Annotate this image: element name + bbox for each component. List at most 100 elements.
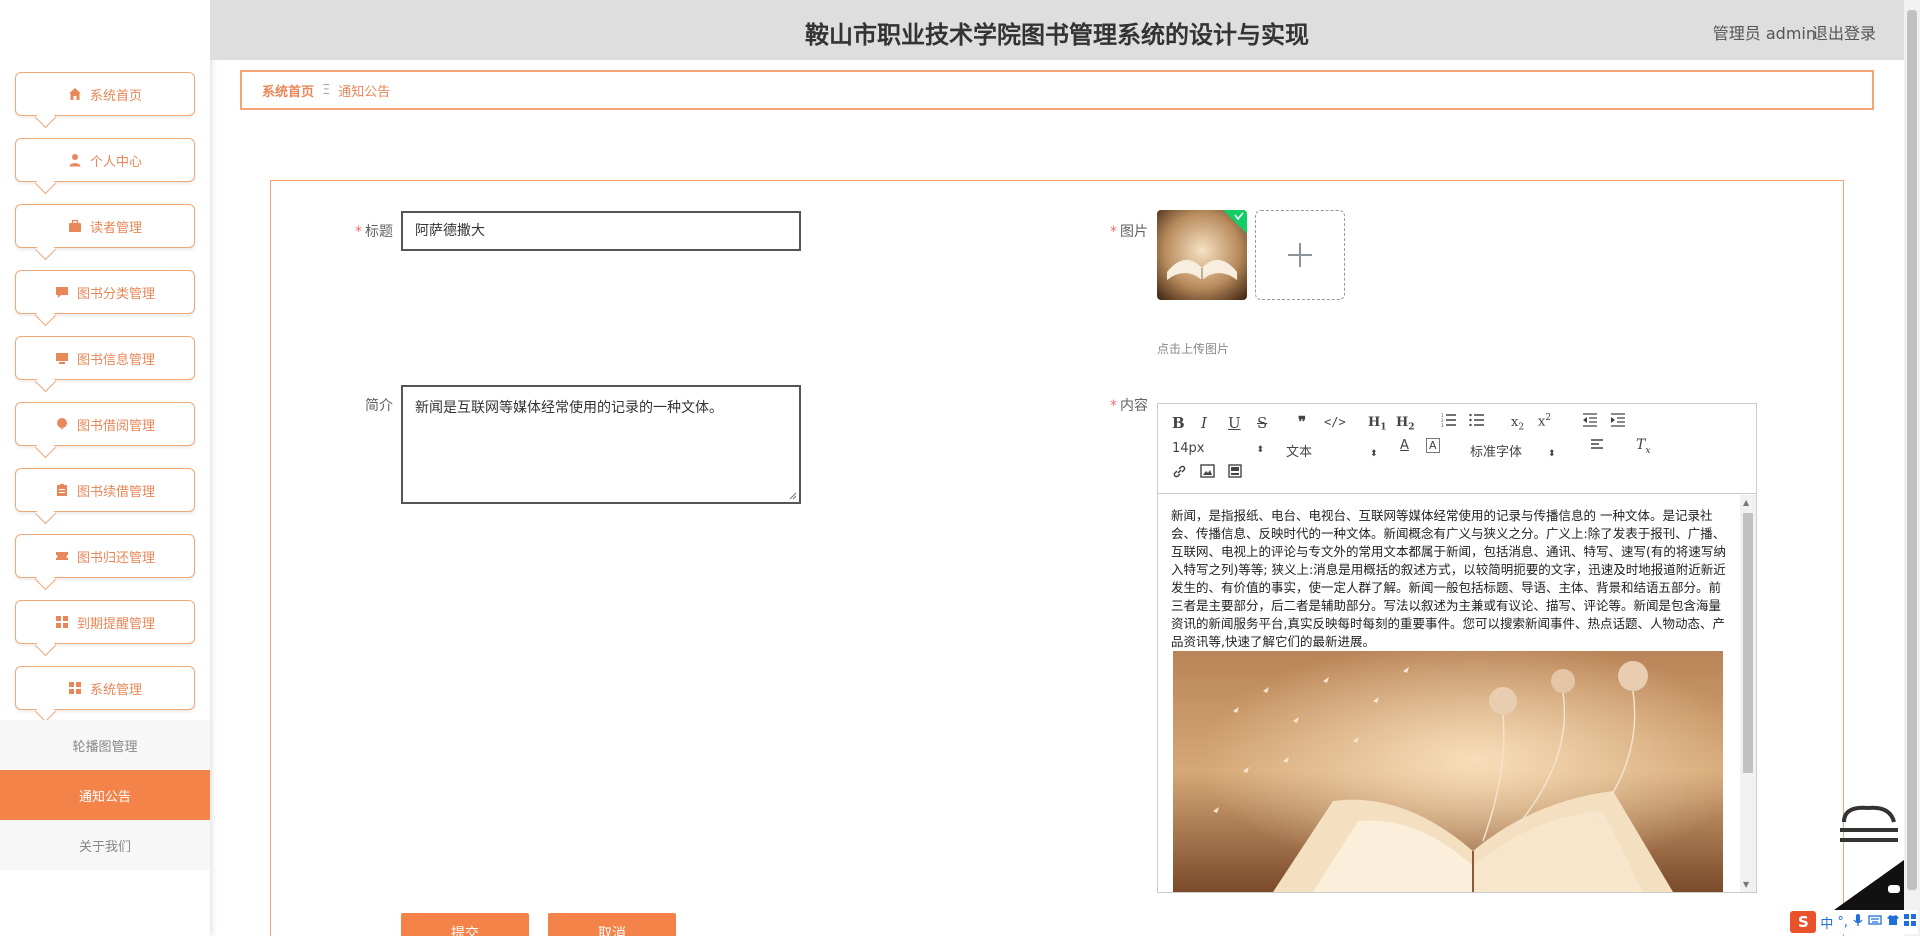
strikethrough-icon[interactable]: S [1257,414,1267,432]
skin-icon[interactable] [1886,914,1900,930]
ime-language[interactable]: 中 [1820,913,1833,932]
content-label: * 内容 [1110,398,1148,414]
monitor-icon [55,351,69,365]
editor-content[interactable]: 新闻，是指报纸、电台、电视台、互联网等媒体经常使用的记录与传播信息的 一种文体。… [1158,495,1756,892]
sidebar-item-label: 到期提醒管理 [76,616,155,632]
intro-textarea[interactable]: 新闻是互联网等媒体经常使用的记录的一种文体。 [401,385,801,504]
scroll-down-icon[interactable]: ▼ [1743,880,1749,889]
italic-icon[interactable]: I [1201,414,1207,432]
editor-text: 新闻，是指报纸、电台、电视台、互联网等媒体经常使用的记录与传播信息的 一种文体。… [1171,508,1726,649]
outdent-icon[interactable] [1582,413,1598,431]
sidebar-item-label: 图书分类管理 [76,286,155,302]
menu-grid-icon[interactable] [1904,914,1916,930]
grid-icon [68,681,82,695]
editor-scrollbar[interactable]: ▲ ▼ [1740,495,1756,892]
sidebar-item-label: 个人中心 [89,154,142,170]
chat-icon [55,285,69,299]
sidebar-item-return[interactable]: 图书归还管理 [15,534,195,578]
svg-text:3: 3 [1441,423,1444,427]
font-size-select[interactable]: 14px ⬍ [1172,441,1264,456]
sidebar-item-profile[interactable]: 个人中心 [15,138,195,182]
underline-icon[interactable]: U [1228,414,1241,432]
title-label: * 标题 [355,224,393,240]
page-scroll-thumb[interactable] [1907,10,1917,890]
breadcrumb-separator: Ξ [322,82,331,98]
ime-punctuation[interactable]: °, [1837,915,1848,930]
title-input[interactable]: 阿萨德撒大 [401,211,801,251]
corner-decoration [1834,805,1904,910]
superscript-icon[interactable]: x2 [1538,413,1551,429]
video-icon[interactable] [1228,464,1242,482]
upload-hint: 点击上传图片 [1157,342,1230,356]
indent-icon[interactable] [1610,413,1626,431]
sidebar-item-borrow[interactable]: 图书借阅管理 [15,402,195,446]
sidebar-item-label: 读者管理 [89,220,142,236]
upload-button[interactable] [1255,210,1345,300]
breadcrumb: 系统首页 Ξ 通知公告 [240,70,1874,110]
sidebar-item-system[interactable]: 系统管理 [15,666,195,710]
ime-toolbar[interactable]: S 中 °, [1788,910,1918,934]
sidebar-item-due-reminder[interactable]: 到期提醒管理 [15,600,195,644]
content-image [1173,651,1723,892]
sidebar-item-label: 系统首页 [89,88,142,104]
align-icon[interactable] [1590,438,1604,456]
uploaded-image-thumbnail[interactable] [1157,210,1247,300]
submenu-notice[interactable]: 通知公告 [0,770,210,820]
clear-format-icon[interactable]: Tx [1636,437,1650,456]
logout-button[interactable]: 退出登录 [1812,20,1876,44]
resize-grip-icon[interactable] [787,490,797,500]
link-icon[interactable] [1172,464,1187,483]
blockquote-icon[interactable]: ❞ [1298,413,1306,431]
breadcrumb-home[interactable]: 系统首页 [262,81,314,100]
sidebar-item-readers[interactable]: 读者管理 [15,204,195,248]
sidebar-item-label: 图书借阅管理 [76,418,155,434]
ordered-list-icon[interactable]: 123 [1441,413,1457,431]
sidebar-item-label: 系统管理 [89,682,142,698]
ime-logo[interactable]: S [1790,911,1817,933]
user-label: 管理员 admin [1712,24,1816,43]
image-icon[interactable] [1200,464,1215,482]
keyboard-icon[interactable] [1868,914,1882,930]
sidebar-item-book-category[interactable]: 图书分类管理 [15,270,195,314]
image-label: * 图片 [1110,224,1148,240]
sidebar-item-home[interactable]: 系统首页 [15,72,195,116]
submenu-carousel[interactable]: 轮播图管理 [0,720,210,770]
home-icon [68,87,82,101]
editor-toolbar: B I U S ❞ </> H1 H2 123 x2 x2 14px ⬍ 文本 ⬍ … [1158,404,1756,494]
intro-label: 简介 [365,398,393,414]
header: 鞍山市职业技术学院图书管理系统的设计与实现 管理员 admin 退出登录 [210,0,1904,60]
paragraph-select[interactable]: 文本 ⬍ [1286,441,1378,460]
scroll-up-icon[interactable]: ▲ [1743,498,1749,507]
intro-text: 新闻是互联网等媒体经常使用的记录的一种文体。 [415,400,723,416]
background-color-icon[interactable]: A [1426,438,1440,453]
balloon-icon [55,417,69,431]
sidebar: 系统首页 个人中心 读者管理 图书分类管理 图书信息管理 图书借阅管理 图书续借… [0,0,210,936]
font-family-select[interactable]: 标准字体 ⬍ [1470,441,1556,460]
sidebar-item-label: 图书归还管理 [76,550,155,566]
rich-text-editor[interactable]: B I U S ❞ </> H1 H2 123 x2 x2 14px ⬍ 文本 ⬍ … [1157,403,1757,893]
bullet-list-icon[interactable] [1469,413,1485,431]
ticket-icon [55,549,69,563]
clipboard-icon [55,483,69,497]
heading1-icon[interactable]: H1 [1368,415,1387,433]
heading2-icon[interactable]: H2 [1396,415,1415,433]
subscript-icon[interactable]: x2 [1511,415,1524,433]
editor-scroll-thumb[interactable] [1743,513,1753,773]
sidebar-item-renew[interactable]: 图书续借管理 [15,468,195,512]
font-color-icon[interactable]: A [1400,438,1409,453]
grid-icon [55,615,69,629]
sidebar-item-label: 图书信息管理 [76,352,155,368]
bold-icon[interactable]: B [1172,414,1185,432]
microphone-icon[interactable] [1852,913,1864,931]
breadcrumb-current: 通知公告 [338,84,391,100]
cancel-button[interactable]: 取消 [548,913,676,936]
code-block-icon[interactable]: </> [1324,415,1346,429]
user-icon [68,153,82,167]
submenu-about[interactable]: 关于我们 [0,820,210,870]
sidebar-item-book-info[interactable]: 图书信息管理 [15,336,195,380]
plus-icon [1288,243,1312,267]
submit-button[interactable]: 提交 [401,913,529,936]
page-scrollbar[interactable] [1904,0,1920,936]
sidebar-item-label: 图书续借管理 [76,484,155,500]
page-title: 鞍山市职业技术学院图书管理系统的设计与实现 [805,21,1309,49]
